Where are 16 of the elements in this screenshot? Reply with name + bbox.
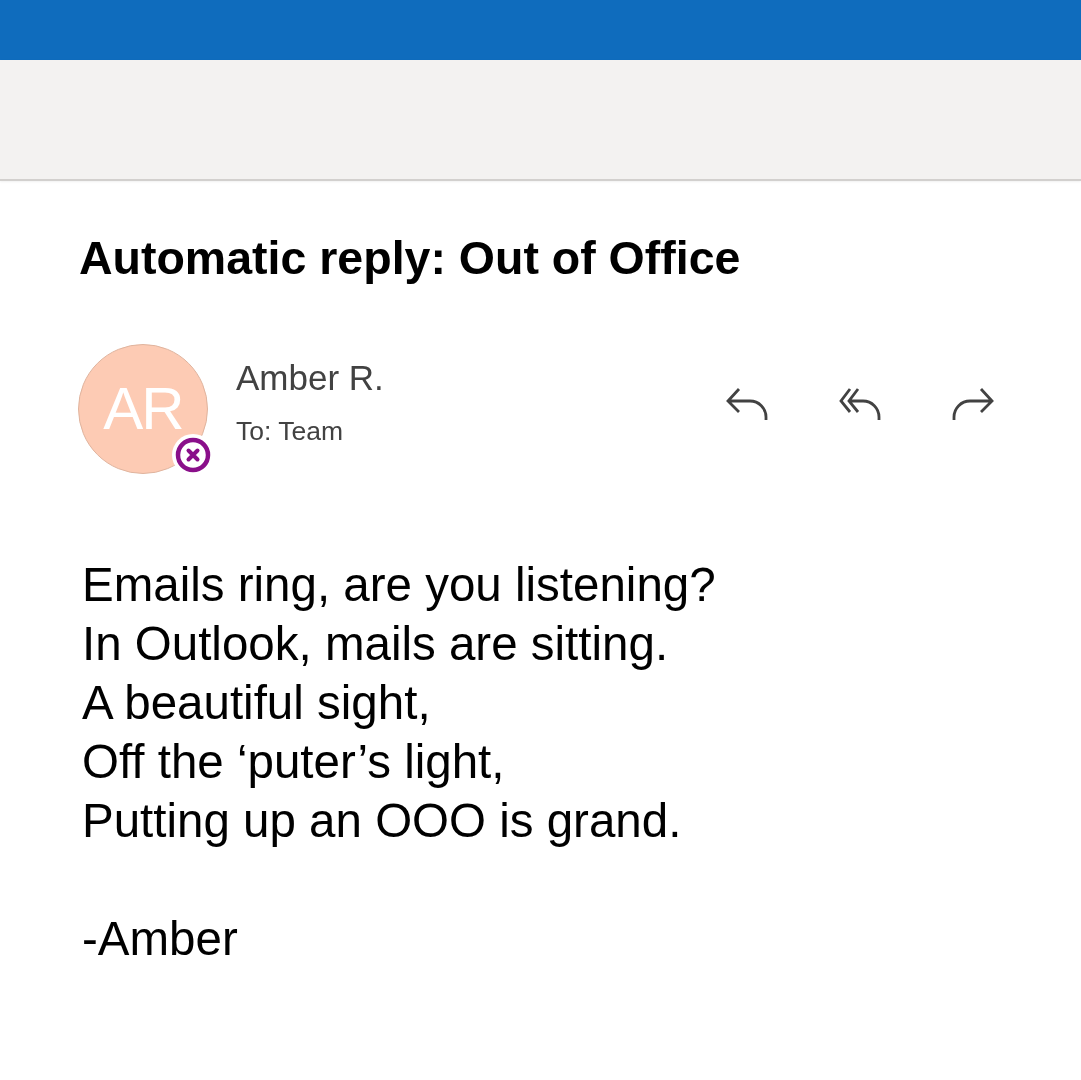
reply-button[interactable] xyxy=(726,387,768,421)
forward-icon xyxy=(952,387,994,421)
avatar-initials: AR xyxy=(103,377,183,441)
reply-all-icon xyxy=(839,387,881,421)
message-body-line: -Amber xyxy=(82,911,238,967)
reply-all-button[interactable] xyxy=(839,387,881,421)
message-body-line: A beautiful sight, xyxy=(82,675,431,731)
sender-name: Amber R. xyxy=(236,357,384,399)
message-body-line: Off the ‘puter’s light, xyxy=(82,734,505,790)
message-body-line: Putting up an OOO is grand. xyxy=(82,793,682,849)
message-body-line: In Outlook, mails are sitting. xyxy=(82,616,669,672)
recipients-line: To: Team xyxy=(236,416,344,447)
message-body-line: Emails ring, are you listening? xyxy=(82,557,716,613)
message-subject: Automatic reply: Out of Office xyxy=(79,232,741,285)
forward-button[interactable] xyxy=(952,387,994,421)
reply-icon xyxy=(726,387,768,421)
